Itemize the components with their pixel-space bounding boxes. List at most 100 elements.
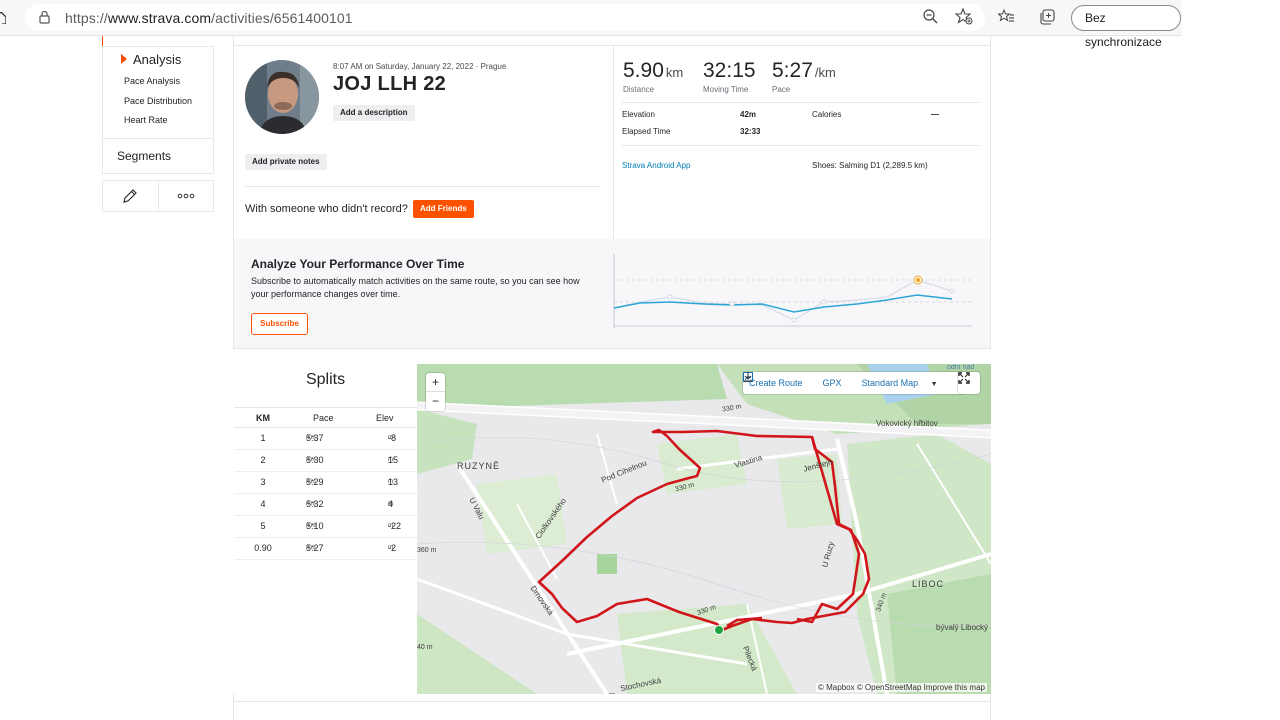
performance-description: Subscribe to automatically match activit…: [251, 276, 580, 299]
with-someone-text: With someone who didn't record?: [245, 203, 408, 215]
split-row[interactable]: 3 5:29 /km 13 m: [234, 472, 417, 494]
add-friends-button[interactable]: Add Friends: [413, 200, 474, 218]
pace-unit: /km: [814, 65, 836, 80]
map-canvas[interactable]: [417, 364, 991, 694]
pace-label: Pace: [772, 85, 791, 94]
moving-time-label: Moving Time: [703, 85, 749, 94]
lock-icon[interactable]: [39, 10, 50, 24]
create-route-label: Create Route: [749, 378, 803, 388]
map-label-vokovicky: Vokovický hřbitov: [876, 419, 938, 428]
distance-unit: km: [665, 65, 684, 80]
pace-value: 5:27: [772, 59, 813, 82]
column-divider: [613, 46, 614, 239]
calories-value: —: [931, 110, 939, 119]
split-elev-unit: m: [388, 501, 393, 507]
distance-value: 5.90: [623, 59, 664, 82]
add-description-button[interactable]: Add a description: [333, 105, 415, 121]
calories-label: Calories: [812, 110, 842, 119]
url-text[interactable]: https://www.strava.com/activities/656140…: [65, 10, 353, 26]
map-label-liboc: LIBOC: [912, 579, 945, 589]
url-host: www.strava.com: [107, 10, 212, 26]
divider: [245, 186, 601, 187]
split-row[interactable]: 1 5:37 /km -8 m: [234, 428, 417, 450]
ellipsis-icon: [177, 193, 195, 199]
map-contour-label: 40 m: [417, 644, 433, 651]
pencil-icon: [123, 189, 138, 203]
sidebar-item-analysis[interactable]: Analysis: [121, 52, 181, 67]
split-km: 5: [260, 521, 266, 531]
zoom-out-button[interactable]: −: [426, 392, 445, 411]
split-row[interactable]: 2 5:30 /km 15 m: [234, 450, 417, 472]
panel-bottom-border: [233, 694, 991, 702]
url-prefix: https://: [65, 10, 108, 26]
create-route-button[interactable]: Create Route: [743, 372, 813, 388]
expand-icon: [958, 372, 970, 384]
map-label-reservoir: odní nád: [947, 364, 975, 371]
zoom-in-button[interactable]: +: [426, 373, 445, 392]
split-km: 1: [260, 433, 266, 443]
split-pace-unit: /km: [306, 523, 316, 529]
athlete-avatar[interactable]: [245, 60, 319, 134]
split-pace-unit: /km: [306, 501, 316, 507]
elapsed-time-label: Elapsed Time: [622, 127, 671, 136]
add-private-notes-button[interactable]: Add private notes: [245, 154, 327, 170]
split-km: 2: [260, 455, 266, 465]
caret-down-icon: ▼: [930, 381, 938, 388]
map-attribution[interactable]: © Mapbox © OpenStreetMap Improve this ma…: [816, 683, 987, 692]
split-pace-unit: /km: [306, 457, 316, 463]
avatar-photo: [245, 60, 319, 134]
zoom-controls: + −: [426, 373, 445, 411]
elapsed-time-value: 32:33: [740, 127, 761, 136]
sidebar-tools: [102, 180, 214, 212]
url-path: /activities/6561400101: [211, 10, 353, 26]
fullscreen-button[interactable]: [958, 372, 980, 394]
next-section-strip: [233, 702, 991, 720]
distance-label: Distance: [623, 85, 655, 94]
favorite-star-icon[interactable]: [955, 8, 973, 25]
performance-title: Analyze Your Performance Over Time: [251, 257, 465, 271]
browser-toolbar: https://www.strava.com/activities/656140…: [0, 0, 1182, 49]
stats-divider: [622, 102, 980, 103]
split-elev-unit: m: [388, 435, 393, 441]
subscribe-button[interactable]: Subscribe: [251, 313, 308, 335]
route-map[interactable]: RUZYNĚ LIBOC Vokovický hřbitov bývalý Li…: [417, 364, 991, 694]
more-options-button[interactable]: [159, 181, 214, 211]
split-row[interactable]: 0.90 5:27 /km -2 m: [234, 538, 417, 560]
stat-distance: 5.90 km: [623, 59, 683, 83]
stats-divider-2: [622, 145, 980, 146]
split-elev-unit: m: [388, 523, 393, 529]
splits-header-pace: Pace: [313, 413, 334, 423]
map-style-select[interactable]: Standard Map ▼: [862, 378, 948, 388]
download-icon: [744, 372, 752, 382]
split-row[interactable]: 5 5:10 /km -22 m: [234, 516, 417, 538]
edit-button[interactable]: [103, 181, 159, 211]
device-link[interactable]: Strava Android App: [622, 161, 691, 170]
split-km: 3: [260, 477, 266, 487]
gpx-download-button[interactable]: GPX: [744, 372, 852, 388]
map-style-label: Standard Map: [861, 378, 919, 388]
sidebar-item-heart-rate[interactable]: Heart Rate: [124, 115, 168, 125]
splits-title: Splits: [305, 371, 346, 388]
card-header-strip: [233, 36, 991, 46]
map-label-byvaly: bývalý Libocký: [936, 623, 989, 632]
splits-header-km: KM: [256, 413, 270, 423]
elevation-label: Elevation: [622, 110, 655, 119]
sync-button[interactable]: Bez synchronizace: [1071, 5, 1181, 49]
activity-title: JOJ LLH 22: [333, 73, 447, 95]
split-elev-unit: m: [388, 479, 393, 485]
split-row[interactable]: 4 5:32 /km 4 m: [234, 494, 417, 516]
performance-sparkline: [613, 254, 972, 328]
home-icon[interactable]: [0, 12, 6, 24]
collections-icon[interactable]: [1039, 9, 1055, 25]
sidebar-item-segments[interactable]: Segments: [102, 138, 214, 174]
map-label-ruzyne: RUZYNĚ: [457, 461, 501, 471]
address-bar[interactable]: https://www.strava.com/activities/656140…: [25, 4, 985, 31]
zoom-out-icon[interactable]: [923, 9, 938, 24]
favorites-list-icon[interactable]: [998, 9, 1015, 24]
split-elev-unit: m: [388, 457, 393, 463]
split-km: 0.90: [254, 543, 272, 553]
sidebar-item-pace-analysis[interactable]: Pace Analysis: [124, 76, 180, 86]
sidebar-item-pace-distribution[interactable]: Pace Distribution: [124, 96, 192, 106]
stat-pace: 5:27/km: [772, 59, 836, 83]
split-pace-unit: /km: [306, 479, 316, 485]
